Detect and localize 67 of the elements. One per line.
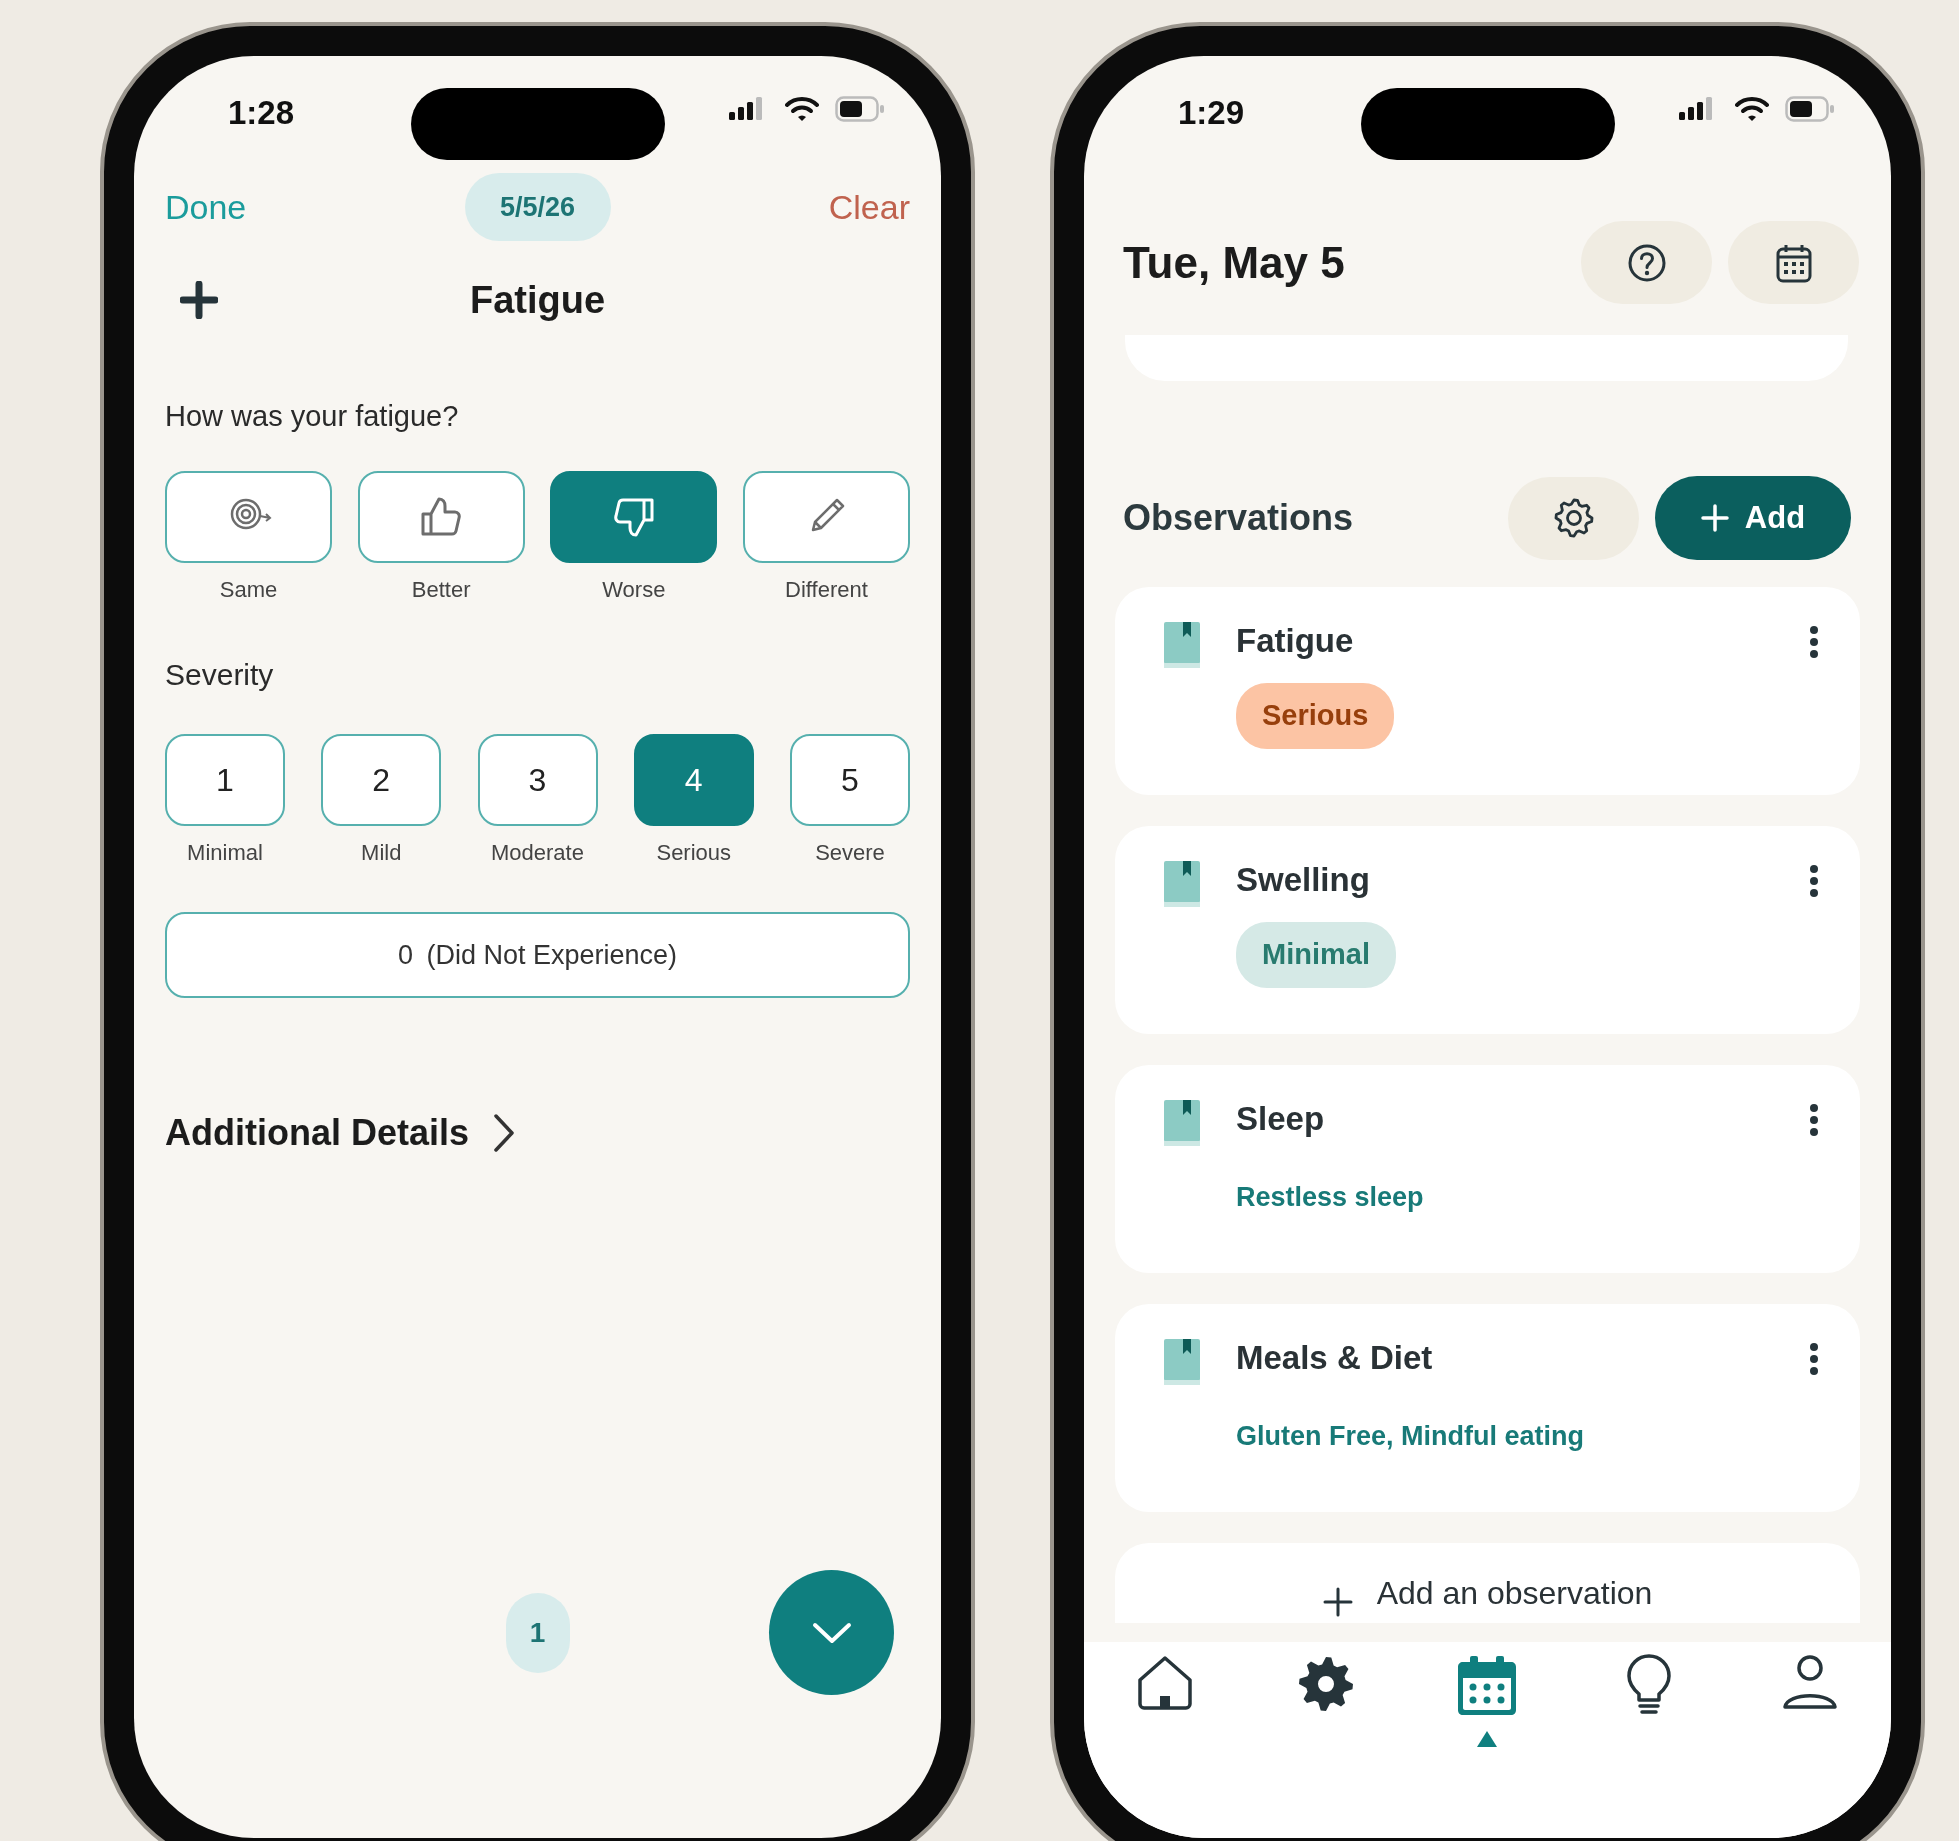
plus-icon	[1322, 1587, 1353, 1617]
severity-button[interactable]: 1	[165, 734, 285, 826]
observations-heading: Observations	[1123, 496, 1354, 540]
settings-icon	[1552, 497, 1595, 539]
chevron-down-icon	[811, 1621, 852, 1644]
symptom-title: Fatigue	[469, 277, 606, 323]
book-icon	[1163, 1099, 1201, 1147]
did-not-experience-button[interactable]: 0 (Did Not Experience)	[165, 912, 910, 998]
severity-button[interactable]: 5	[790, 734, 910, 826]
more-icon[interactable]	[1808, 864, 1820, 898]
severity-tag: Serious	[1236, 683, 1395, 749]
wifi-icon	[1735, 96, 1769, 122]
add-button[interactable]: Add	[1655, 476, 1851, 560]
calendar-icon[interactable]	[1457, 1654, 1518, 1716]
clear-button[interactable]: Clear	[828, 181, 910, 233]
option-label: Better	[411, 577, 471, 603]
more-icon[interactable]	[1808, 1103, 1820, 1137]
trend-option-button[interactable]	[357, 471, 525, 563]
date-button[interactable]: 5/5/26	[464, 173, 611, 241]
observation-card[interactable]: Sleep Restless sleep	[1115, 1065, 1860, 1273]
selected-indicator-icon	[1476, 1730, 1499, 1748]
observation-card[interactable]: Fatigue Serious	[1115, 587, 1860, 795]
day-title: Tue, May 5	[1123, 236, 1345, 289]
option-label: Same	[219, 577, 278, 603]
more-icon[interactable]	[1808, 1342, 1820, 1376]
calendar-icon	[1775, 242, 1812, 283]
page-indicator[interactable]: 1	[505, 1592, 570, 1673]
severity-tag: Minimal	[1236, 922, 1396, 988]
status-time: 1:28	[228, 93, 295, 133]
chevron-right-icon[interactable]	[493, 1113, 516, 1153]
option-label: Different	[785, 577, 868, 603]
book-icon	[1163, 621, 1201, 669]
observation-card[interactable]: Swelling Minimal	[1115, 826, 1860, 1034]
severity-button[interactable]: 2	[321, 734, 442, 826]
observation-note: Gluten Free, Mindful eating	[1236, 1420, 1585, 1453]
plus-icon[interactable]	[180, 281, 218, 319]
battery-icon	[1785, 96, 1835, 122]
severity-button[interactable]: 3	[477, 734, 598, 826]
observation-title: Swelling	[1236, 860, 1371, 900]
status-time: 1:29	[1178, 93, 1245, 133]
more-icon[interactable]	[1808, 625, 1820, 659]
battery-icon	[835, 96, 885, 122]
severity-label: Severe	[815, 840, 885, 866]
option-label: Worse	[602, 577, 666, 603]
add-observation-button[interactable]: Add an observation	[1115, 1543, 1860, 1623]
trend-option-button[interactable]	[550, 471, 718, 563]
trend-option-button[interactable]	[165, 471, 332, 563]
observation-title: Meals & Diet	[1236, 1338, 1434, 1378]
severity-heading: Severity	[165, 659, 275, 691]
observation-note: Restless sleep	[1236, 1181, 1425, 1214]
observation-title: Fatigue	[1236, 621, 1355, 661]
plus-icon	[1700, 504, 1729, 532]
book-icon	[1163, 1338, 1201, 1386]
observation-title: Sleep	[1236, 1099, 1326, 1139]
wifi-icon	[785, 96, 819, 122]
help-icon	[1626, 242, 1667, 283]
severity-label: Serious	[656, 840, 732, 866]
question-text: How was your fatigue?	[165, 400, 460, 432]
trend-option-button[interactable]	[742, 471, 910, 563]
severity-label: Minimal	[187, 840, 263, 866]
book-icon	[1163, 860, 1201, 908]
severity-label: Mild	[361, 840, 402, 866]
severity-button[interactable]: 4	[633, 734, 754, 826]
severity-label: Moderate	[491, 840, 584, 866]
observation-card[interactable]: Meals & Diet Gluten Free, Mindful eating	[1115, 1304, 1860, 1512]
additional-details-link[interactable]: Additional Details	[165, 1106, 470, 1160]
person-icon[interactable]	[1782, 1654, 1839, 1710]
